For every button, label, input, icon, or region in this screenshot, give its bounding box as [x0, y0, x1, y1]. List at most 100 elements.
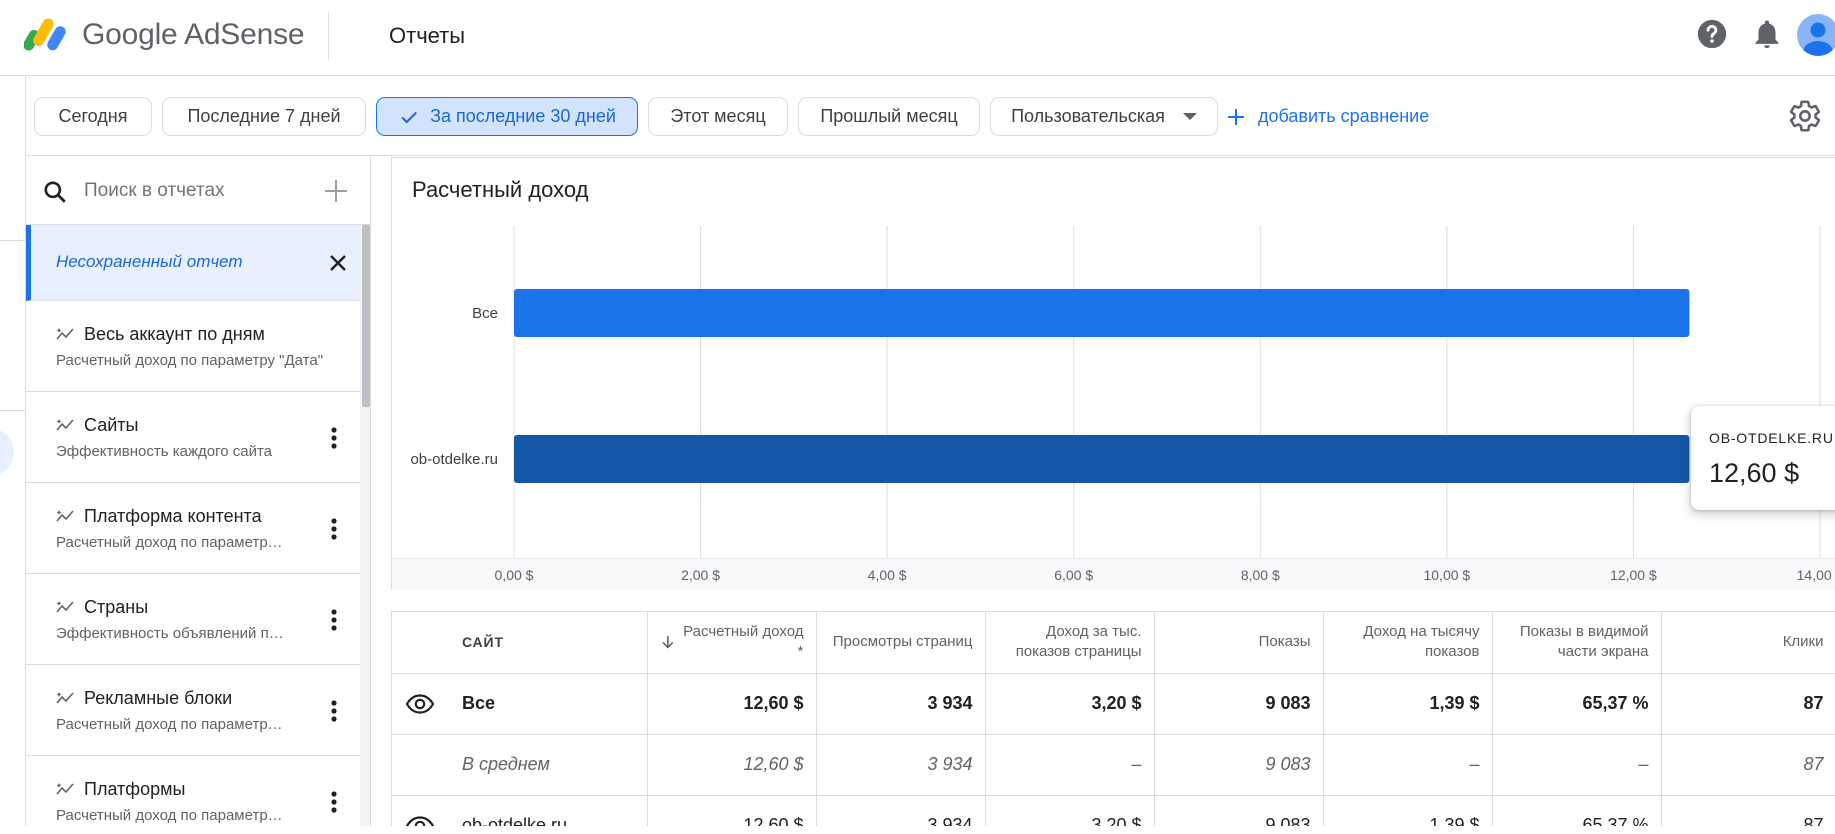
bar[interactable] — [514, 435, 1690, 483]
rail-divider — [0, 410, 26, 411]
add-comparison-button[interactable]: добавить сравнение — [1226, 97, 1429, 136]
more-vert-icon[interactable] — [323, 516, 345, 542]
table-cell-site: Все — [448, 673, 648, 735]
x-tick-label: 8,00 $ — [1241, 567, 1280, 583]
report-subtitle: Расчетный доход по параметру "Рекламные … — [56, 716, 286, 733]
more-vert-icon[interactable] — [323, 607, 345, 633]
settings-gear-icon[interactable] — [1788, 99, 1822, 133]
column-header-impression-rpm[interactable]: Доход на тысячу показов — [1323, 612, 1493, 674]
table-cell: – — [1492, 734, 1662, 796]
column-header-page-rpm[interactable]: Доход за тыс. показов страницы — [985, 612, 1155, 674]
top-app-bar: Google AdSense Отчеты — [0, 0, 1835, 76]
column-header-site[interactable]: САЙТ — [448, 612, 648, 674]
report-item-sites[interactable]: Сайты Эффективность каждого сайта — [26, 392, 360, 483]
table-cell: 3 934 — [816, 734, 986, 796]
sort-descending-arrow-icon[interactable] — [660, 634, 676, 650]
report-item-unsaved[interactable]: Несохраненный отчет — [26, 225, 360, 301]
adsense-logo-icon — [24, 18, 66, 51]
y-category-label: ob-otdelke.ru — [410, 451, 498, 468]
y-category-label: Все — [472, 305, 498, 322]
chart-tooltip: OB-OTDELKE.RU 12,60 $ — [1691, 406, 1835, 510]
report-search-input[interactable] — [84, 173, 314, 209]
report-item-ad-units[interactable]: Рекламные блоки Расчетный доход по парам… — [26, 665, 360, 756]
sort-header-wrap: Расчетный доход * — [660, 622, 804, 662]
table-cell-site: В среднем — [448, 734, 648, 796]
table-cell: 12,60 $ — [647, 734, 817, 796]
report-subtitle: Эффективность объявлений по странам — [56, 625, 286, 642]
column-header-estimated-revenue[interactable]: Расчетный доход * — [647, 612, 817, 674]
column-header-page-views[interactable]: Просмотры страниц — [816, 612, 986, 674]
report-title: Страны — [84, 597, 149, 617]
table-cell: 3 934 — [816, 673, 986, 735]
bar-chart: 0,00 $ 2,00 $ 4,00 $ 6,00 $ 8,00 $ 10,00 $ 12,… — [410, 226, 1835, 583]
add-report-icon[interactable] — [322, 177, 350, 205]
chip-label: Этот месяц — [670, 106, 766, 126]
more-vert-icon[interactable] — [323, 698, 345, 724]
table-cell: 87 — [1661, 673, 1835, 735]
trend-sparkle-icon — [56, 510, 74, 522]
chevron-down-icon — [1182, 113, 1197, 120]
report-item-countries[interactable]: Страны Эффективность объявлений по стран… — [26, 574, 360, 665]
chip-last-7-days[interactable]: Последние 7 дней — [162, 97, 366, 136]
table-header-row: САЙТ Расчетный доход * Просмотры страниц… — [392, 612, 1835, 674]
trend-sparkle-icon — [56, 419, 74, 431]
saved-reports-list: Несохраненный отчет Весь аккаунт по дням… — [26, 225, 360, 834]
plus-icon — [1228, 108, 1244, 125]
chip-last-month[interactable]: Прошлый месяц — [798, 97, 980, 136]
more-vert-icon[interactable] — [323, 425, 345, 451]
notifications-bell-icon[interactable] — [1750, 17, 1784, 51]
report-item-platforms[interactable]: Платформы Расчетный доход по параметру "… — [26, 756, 360, 834]
report-title: Платформы — [84, 779, 186, 799]
account-avatar[interactable] — [1797, 14, 1835, 56]
add-comparison-label: добавить сравнение — [1258, 106, 1430, 126]
reports-scrollbar-thumb[interactable] — [362, 225, 370, 407]
chip-label: Прошлый месяц — [820, 106, 958, 126]
visibility-cell-empty — [392, 734, 448, 796]
table-cell: 65,37 % — [1492, 673, 1662, 735]
search-icon — [44, 181, 66, 203]
reports-panel: Несохраненный отчет Весь аккаунт по дням… — [26, 157, 371, 834]
bar[interactable] — [514, 289, 1690, 337]
visibility-toggle-cell[interactable] — [392, 673, 448, 735]
table-cell: 87 — [1661, 734, 1835, 796]
table-row-total: Все 12,60 $ 3 934 3,20 $ 9 083 1,39 $ 65… — [392, 673, 1835, 735]
report-table-container: САЙТ Расчетный доход * Просмотры страниц… — [391, 611, 1835, 834]
chip-last-30-days[interactable]: За последние 30 дней — [376, 97, 638, 136]
trend-sparkle-icon — [56, 692, 74, 704]
report-title: Весь аккаунт по дням — [84, 324, 265, 344]
x-tick-label: 2,00 $ — [681, 567, 720, 583]
tooltip-label: OB-OTDELKE.RU — [1709, 430, 1834, 446]
user-avatar-icon — [1803, 22, 1833, 56]
report-item-content-platform[interactable]: Платформа контента Расчетный доход по па… — [26, 483, 360, 574]
report-subtitle: Расчетный доход по параметру "Дата" — [56, 352, 324, 369]
unsaved-report-label: Несохраненный отчет — [56, 252, 243, 271]
column-header-label: Расчетный доход * — [683, 623, 804, 661]
report-title: Рекламные блоки — [84, 688, 233, 708]
close-icon[interactable] — [324, 249, 352, 277]
help-icon[interactable] — [1695, 17, 1729, 51]
report-item-account-by-day[interactable]: Весь аккаунт по дням Расчетный доход по … — [26, 301, 360, 392]
viewport-bottom-edge — [0, 826, 1835, 834]
chip-label: Последние 7 дней — [187, 106, 341, 126]
report-title: Сайты — [84, 415, 139, 435]
x-tick-label: 0,00 $ — [495, 567, 534, 583]
table-cell: 9 083 — [1154, 673, 1324, 735]
table-cell: 12,60 $ — [647, 673, 817, 735]
more-vert-icon[interactable] — [323, 789, 345, 815]
tooltip-value: 12,60 $ — [1709, 458, 1800, 488]
table-cell: – — [1323, 734, 1493, 796]
trend-sparkle-icon — [56, 601, 74, 613]
rail-selected-indicator[interactable] — [0, 428, 14, 476]
report-search-row — [26, 157, 370, 225]
x-tick-label: 10,00 $ — [1423, 567, 1470, 583]
column-header-impressions[interactable]: Показы — [1154, 612, 1324, 674]
eye-visibility-icon[interactable] — [405, 693, 435, 715]
rail-divider — [0, 240, 26, 241]
column-header-clicks[interactable]: Клики — [1661, 612, 1835, 674]
x-tick-label: 4,00 $ — [868, 567, 907, 583]
chip-this-month[interactable]: Этот месяц — [648, 97, 788, 136]
column-header-active-view-viewable[interactable]: Показы в видимой части экрана — [1492, 612, 1662, 674]
chip-today[interactable]: Сегодня — [34, 97, 152, 136]
chip-custom-range-dropdown[interactable]: Пользовательская — [990, 97, 1218, 136]
report-title: Платформа контента — [84, 506, 262, 526]
